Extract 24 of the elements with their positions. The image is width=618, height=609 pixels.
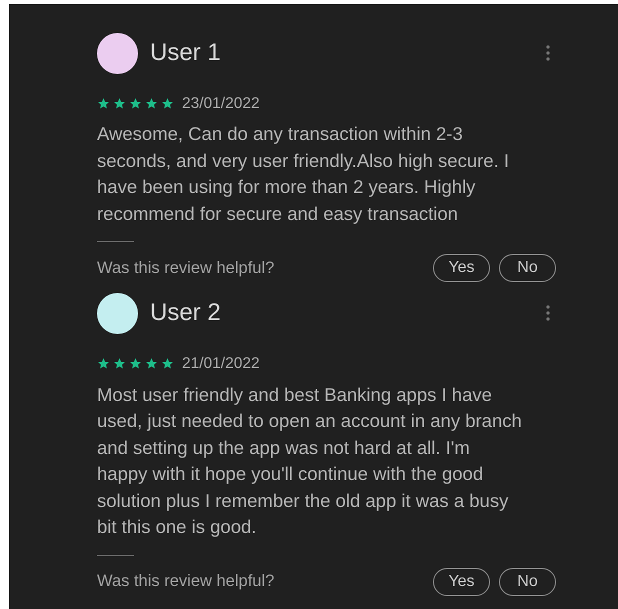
star-icon bbox=[145, 97, 158, 110]
user-name: User 2 bbox=[150, 298, 221, 328]
user-name: User 1 bbox=[150, 38, 221, 68]
review-text: Most user friendly and best Banking apps I have used, just needed to open an account in any branch and setting up the app was not hard at all. I'm happy with it hope you'll continue with the good solution plus I remember the old app it was a busy bit this one is good. bbox=[97, 382, 522, 539]
star-icon bbox=[113, 357, 126, 370]
review-date: 21/01/2022 bbox=[182, 354, 260, 374]
review-date: 23/01/2022 bbox=[182, 94, 260, 114]
star-icon bbox=[161, 357, 174, 370]
vote-button[interactable]: Yes bbox=[433, 254, 490, 282]
review-text: Awesome, Can do any transaction within 2-3 seconds, and very user friendly.Also high secure. I have been using for more than 2 years. Highly recommend for secure and easy transaction bbox=[97, 122, 510, 226]
vote-button[interactable]: Yes bbox=[433, 568, 490, 596]
star-icon bbox=[145, 357, 158, 370]
helpful-prompt: Was this review helpful? bbox=[97, 571, 274, 592]
more-icon[interactable] bbox=[546, 45, 550, 61]
star-icon bbox=[161, 97, 174, 110]
vote-button[interactable]: No bbox=[499, 254, 556, 282]
star-icon bbox=[129, 357, 142, 370]
vote-button[interactable]: No bbox=[499, 568, 556, 596]
helpful-prompt: Was this review helpful? bbox=[97, 258, 274, 279]
star-icon bbox=[97, 97, 110, 110]
more-icon[interactable] bbox=[546, 305, 550, 322]
star-icon bbox=[97, 357, 110, 370]
star-icon bbox=[129, 97, 142, 110]
star-icon bbox=[113, 97, 126, 110]
